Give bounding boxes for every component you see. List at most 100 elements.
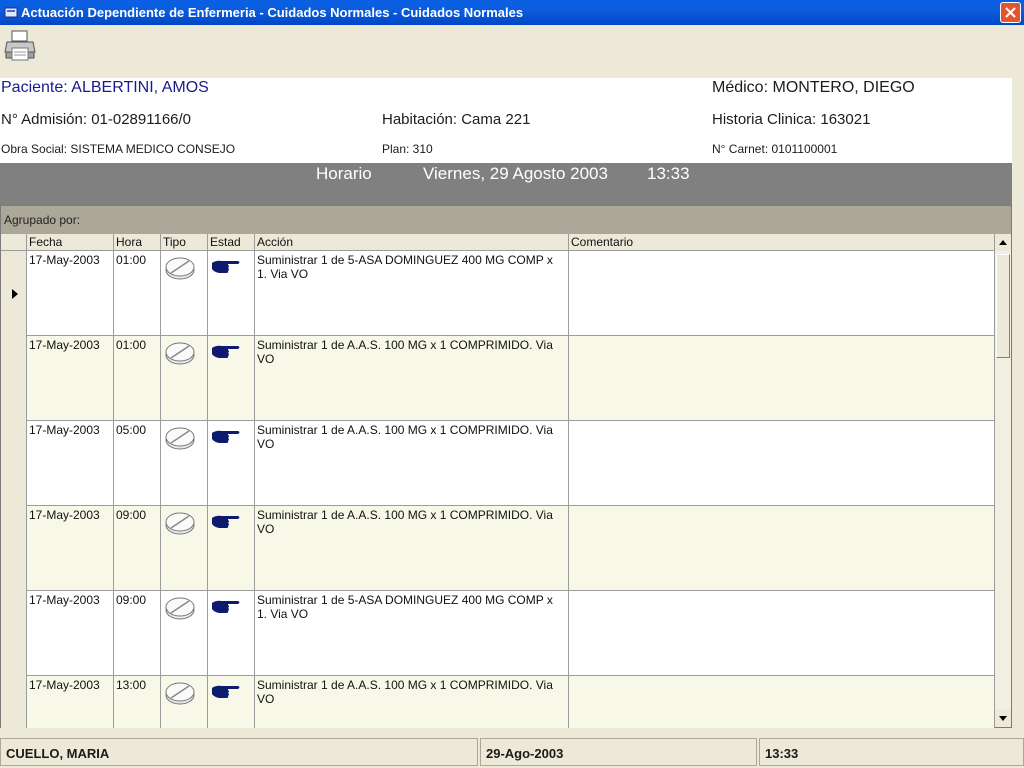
vertical-scrollbar[interactable]	[995, 234, 1011, 727]
status-bar: CUELLO, MARIA 29-Ago-2003 13:33	[0, 736, 1024, 768]
column-header-status[interactable]: Estad	[208, 234, 255, 251]
cell-time[interactable]: 01:00	[114, 336, 161, 421]
doctor-label: Médico:	[712, 79, 769, 96]
card-number: N° Carnet: 0101100001	[712, 142, 838, 156]
cell-date[interactable]: 17-May-2003	[27, 591, 114, 676]
cell-action[interactable]: Suministrar 1 de A.A.S. 100 MG x 1 COMPR…	[255, 421, 569, 506]
row-selector[interactable]	[1, 336, 27, 421]
schedule-label: Horario	[316, 164, 372, 183]
arrow-up-icon	[999, 240, 1007, 245]
pointing-hand-icon	[212, 685, 240, 698]
insurance: Obra Social: SISTEMA MEDICO CONSEJO	[1, 142, 236, 156]
pointing-hand-icon	[212, 430, 240, 443]
group-by-bar[interactable]: Agrupado por:	[1, 206, 1011, 234]
cell-type[interactable]	[161, 506, 208, 591]
cell-date[interactable]: 17-May-2003	[27, 421, 114, 506]
cell-time[interactable]: 09:00	[114, 506, 161, 591]
cell-comment[interactable]	[569, 336, 995, 421]
cell-type[interactable]	[161, 336, 208, 421]
cell-action[interactable]: Suministrar 1 de A.A.S. 100 MG x 1 COMPR…	[255, 336, 569, 421]
cell-comment[interactable]	[569, 421, 995, 506]
cell-comment[interactable]	[569, 591, 995, 676]
patient-label: Paciente:	[1, 79, 68, 96]
cell-date[interactable]: 17-May-2003	[27, 676, 114, 728]
row-selector[interactable]	[1, 506, 27, 591]
table-row[interactable]: 17-May-2003 01:00 Suministrar 1 de 5-ASA D…	[1, 251, 995, 336]
cell-date[interactable]: 17-May-2003	[27, 251, 114, 336]
doctor-name: MONTERO, DIEGO	[772, 79, 915, 96]
pill-icon	[165, 597, 195, 620]
cell-type[interactable]	[161, 251, 208, 336]
schedule-time: 13:33	[647, 164, 690, 183]
cell-comment[interactable]	[569, 676, 995, 728]
cell-status[interactable]	[208, 506, 255, 591]
cell-status[interactable]	[208, 336, 255, 421]
cell-date[interactable]: 17-May-2003	[27, 336, 114, 421]
table-row[interactable]: 17-May-2003 09:00 Suministrar 1 de A.A.S. …	[1, 506, 995, 591]
cell-time[interactable]: 01:00	[114, 251, 161, 336]
close-button[interactable]	[1000, 2, 1021, 23]
column-header-comment[interactable]: Comentario	[569, 234, 995, 251]
scroll-down-button[interactable]	[995, 710, 1011, 727]
cell-status[interactable]	[208, 591, 255, 676]
window-title: Actuación Dependiente de Enfermeria - Cu…	[21, 5, 524, 20]
schedule-bar: Horario Viernes, 29 Agosto 2003 13:33	[0, 163, 1012, 205]
status-time: 13:33	[759, 738, 1024, 766]
table-row[interactable]: 17-May-2003 09:00 Suministrar 1 de 5-ASA D…	[1, 591, 995, 676]
cell-status[interactable]	[208, 676, 255, 728]
nursing-window: Actuación Dependiente de Enfermeria - Cu…	[0, 0, 1024, 768]
admission-number: N° Admisión: 01-02891166/0	[1, 111, 192, 128]
toolbar	[0, 25, 1024, 78]
cell-comment[interactable]	[569, 506, 995, 591]
scroll-up-button[interactable]	[995, 234, 1011, 251]
pointing-hand-icon	[212, 600, 240, 613]
table-row[interactable]: 17-May-2003 01:00 Suministrar 1 de A.A.S. …	[1, 336, 995, 421]
grid-rows: 17-May-2003 01:00 Suministrar 1 de 5-ASA D…	[1, 251, 995, 728]
column-header-time[interactable]: Hora	[114, 234, 161, 251]
clinical-history: Historia Clinica: 163021	[712, 111, 871, 128]
printer-icon[interactable]	[3, 28, 37, 62]
status-user: CUELLO, MARIA	[0, 738, 478, 766]
pointing-hand-icon	[212, 515, 240, 528]
cell-action[interactable]: Suministrar 1 de A.A.S. 100 MG x 1 COMPR…	[255, 506, 569, 591]
cell-action[interactable]: Suministrar 1 de A.A.S. 100 MG x 1 COMPR…	[255, 676, 569, 728]
cell-date[interactable]: 17-May-2003	[27, 506, 114, 591]
cell-type[interactable]	[161, 421, 208, 506]
row-pointer-icon	[12, 289, 18, 299]
cell-time[interactable]: 13:00	[114, 676, 161, 728]
pill-icon	[165, 257, 195, 280]
plan: Plan: 310	[382, 142, 433, 156]
medication-grid: Agrupado por: Fecha Hora Tipo Estad Acci…	[0, 205, 1012, 728]
cell-status[interactable]	[208, 251, 255, 336]
column-header-date[interactable]: Fecha	[27, 234, 114, 251]
cell-status[interactable]	[208, 421, 255, 506]
cell-comment[interactable]	[569, 251, 995, 336]
cell-action[interactable]: Suministrar 1 de 5-ASA DOMINGUEZ 400 MG …	[255, 251, 569, 336]
patient-name: ALBERTINI, AMOS	[71, 79, 209, 96]
title-bar: Actuación Dependiente de Enfermeria - Cu…	[0, 0, 1024, 25]
pill-icon	[165, 682, 195, 705]
pointing-hand-icon	[212, 345, 240, 358]
scroll-thumb[interactable]	[996, 254, 1010, 358]
table-row[interactable]: 17-May-2003 05:00 Suministrar 1 de A.A.S. …	[1, 421, 995, 506]
cell-type[interactable]	[161, 591, 208, 676]
row-selector[interactable]	[1, 251, 27, 336]
cell-time[interactable]: 05:00	[114, 421, 161, 506]
row-selector[interactable]	[1, 591, 27, 676]
column-header-action[interactable]: Acción	[255, 234, 569, 251]
row-selector-header	[1, 234, 27, 251]
cell-type[interactable]	[161, 676, 208, 728]
table-row[interactable]: 17-May-2003 13:00 Suministrar 1 de A.A.S. …	[1, 676, 995, 728]
room: Habitación: Cama 221	[382, 111, 531, 128]
column-header-type[interactable]: Tipo	[161, 234, 208, 251]
pointing-hand-icon	[212, 260, 240, 273]
cell-time[interactable]: 09:00	[114, 591, 161, 676]
row-selector[interactable]	[1, 676, 27, 728]
patient-field: Paciente: ALBERTINI, AMOS	[1, 79, 209, 97]
schedule-date: Viernes, 29 Agosto 2003	[423, 164, 608, 183]
cell-action[interactable]: Suministrar 1 de 5-ASA DOMINGUEZ 400 MG …	[255, 591, 569, 676]
arrow-down-icon	[999, 716, 1007, 721]
row-selector[interactable]	[1, 421, 27, 506]
patient-header: Paciente: ALBERTINI, AMOS Médico: MONTER…	[0, 78, 1012, 163]
pill-icon	[165, 342, 195, 365]
